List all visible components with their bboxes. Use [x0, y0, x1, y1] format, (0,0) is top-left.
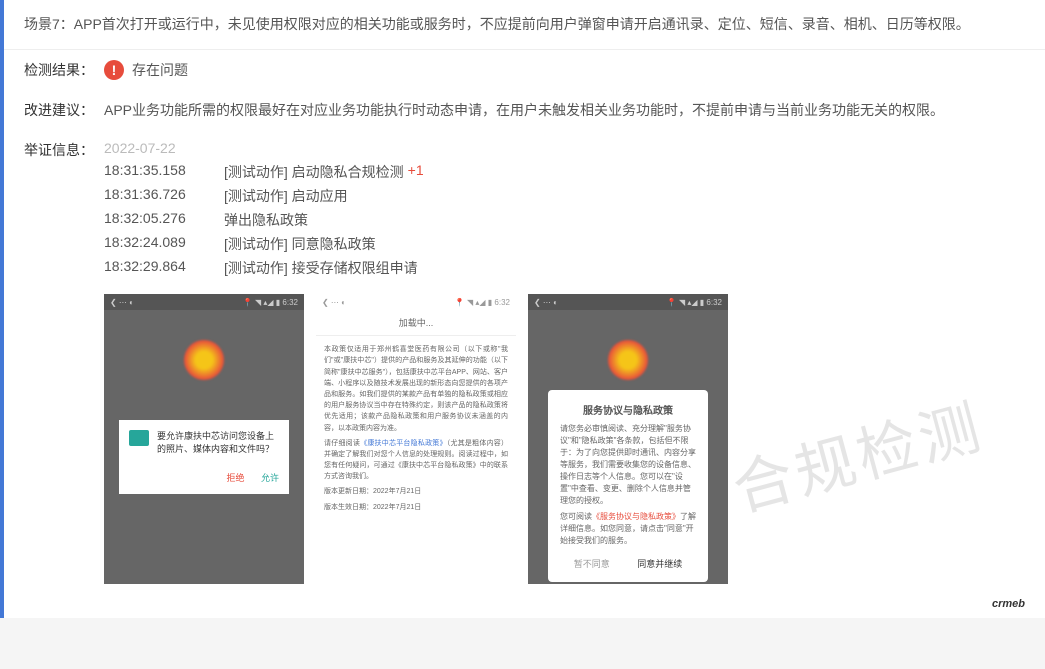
evidence-row: 举证信息： 2022-07-22 18:31:35.158[测试动作] 启动隐私… [4, 130, 1045, 594]
log-time: 18:32:05.276 [104, 210, 224, 230]
result-label: 检测结果： [24, 60, 104, 80]
app-emblem-icon [184, 340, 224, 380]
screenshot-agreement-dialog: ❮ ⋯ ◐ 📍 ◥ ▴◢ ▮ 6:32 服务协议与隐私政策 请您务必审慎阅读、充分… [528, 294, 728, 584]
log-time: 18:32:24.089 [104, 234, 224, 254]
statusbar-right: 📍 ◥ ▴◢ ▮ 6:32 [243, 298, 298, 307]
log-time: 18:32:29.864 [104, 258, 224, 278]
agreement-body-2: 您可阅读《服务协议与隐私政策》了解详细信息。如您同意，请点击"同意"开始接受我们… [560, 511, 696, 547]
log-line: 18:32:05.276弹出隐私政策 [104, 210, 1025, 230]
log-line: 18:32:24.089[测试动作] 同意隐私政策 [104, 234, 1025, 254]
policy-para-1: 本政策仅适用于郑州鹤喜堂医药有限公司（以下或称"我们"或"康扶中芯"）提供的产品… [324, 344, 508, 434]
statusbar-right: 📍 ◥ ▴◢ ▮ 6:32 [455, 298, 510, 307]
deny-button[interactable]: 拒绝 [226, 473, 244, 483]
folder-icon [129, 430, 149, 446]
screenshots-container: ❮ ⋯ ◐ 📍 ◥ ▴◢ ▮ 6:32 要允许康扶中芯访问您设备上的照片、媒体内容… [104, 294, 1025, 584]
log-action: [测试动作] 接受存储权限组申请 [224, 258, 418, 278]
screenshot-privacy-policy: ❮ ⋯ ◐ 📍 ◥ ▴◢ ▮ 6:32 加载中... 本政策仅适用于郑州鹤喜堂医药… [316, 294, 516, 584]
log-line: 18:31:35.158[测试动作] 启动隐私合规检测+1 [104, 162, 1025, 182]
statusbar-left: ❮ ⋯ ◐ [534, 298, 558, 307]
agreement-body-1: 请您务必审慎阅读、充分理解"服务协议"和"隐私政策"各条款，包括但不限于：为了向… [560, 423, 696, 507]
result-text: 存在问题 [132, 60, 188, 80]
log-action: [测试动作] 启动应用 [224, 186, 348, 206]
log-action: [测试动作] 同意隐私政策 [224, 234, 376, 254]
evidence-label: 举证信息： [24, 140, 104, 160]
suggestion-label: 改进建议： [24, 100, 104, 120]
footer-logo: crmeb [4, 594, 1045, 618]
suggestion-text: APP业务功能所需的权限最好在对应业务功能执行时动态申请，在用户未触发相关业务功… [104, 100, 1025, 120]
disagree-button[interactable]: 暂不同意 [574, 557, 610, 570]
agreement-title: 服务协议与隐私政策 [560, 402, 696, 417]
statusbar-right: 📍 ◥ ▴◢ ▮ 6:32 [667, 298, 722, 307]
allow-button[interactable]: 允许 [261, 473, 279, 483]
warning-icon: ! [104, 60, 124, 80]
suggestion-row: 改进建议： APP业务功能所需的权限最好在对应业务功能执行时动态申请，在用户未触… [4, 90, 1045, 130]
log-time: 18:31:36.726 [104, 186, 224, 206]
log-line: 18:31:36.726[测试动作] 启动应用 [104, 186, 1025, 206]
scenario-title: 场景7：APP首次打开或运行中，未见使用权限对应的相关功能或服务时，不应提前向用… [4, 0, 1045, 50]
agree-button[interactable]: 同意并继续 [637, 557, 682, 570]
result-row: 检测结果： ! 存在问题 [4, 50, 1045, 90]
app-emblem-icon [608, 340, 648, 380]
log-line: 18:32:29.864[测试动作] 接受存储权限组申请 [104, 258, 1025, 278]
permission-text: 要允许康扶中芯访问您设备上的照片、媒体内容和文件吗？ [157, 430, 279, 455]
log-action: 弹出隐私政策 [224, 210, 308, 230]
loading-header: 加载中... [316, 310, 516, 336]
log-action: [测试动作] 启动隐私合规检测 [224, 162, 404, 182]
policy-date-1: 版本更新日期：2022年7月21日 [324, 486, 508, 497]
statusbar-left: ❮ ⋯ ◐ [110, 298, 134, 307]
evidence-date: 2022-07-22 [104, 140, 1025, 156]
plus-badge: +1 [408, 162, 424, 182]
policy-date-2: 版本生效日期：2022年7月21日 [324, 502, 508, 513]
screenshot-permission-dialog: ❮ ⋯ ◐ 📍 ◥ ▴◢ ▮ 6:32 要允许康扶中芯访问您设备上的照片、媒体内容… [104, 294, 304, 584]
log-time: 18:31:35.158 [104, 162, 224, 182]
policy-para-2: 请仔细阅读《康扶中芯平台隐私政策》（尤其是粗体内容）并确定了解我们对您个人信息的… [324, 438, 508, 483]
statusbar-left: ❮ ⋯ ◐ [322, 298, 346, 307]
